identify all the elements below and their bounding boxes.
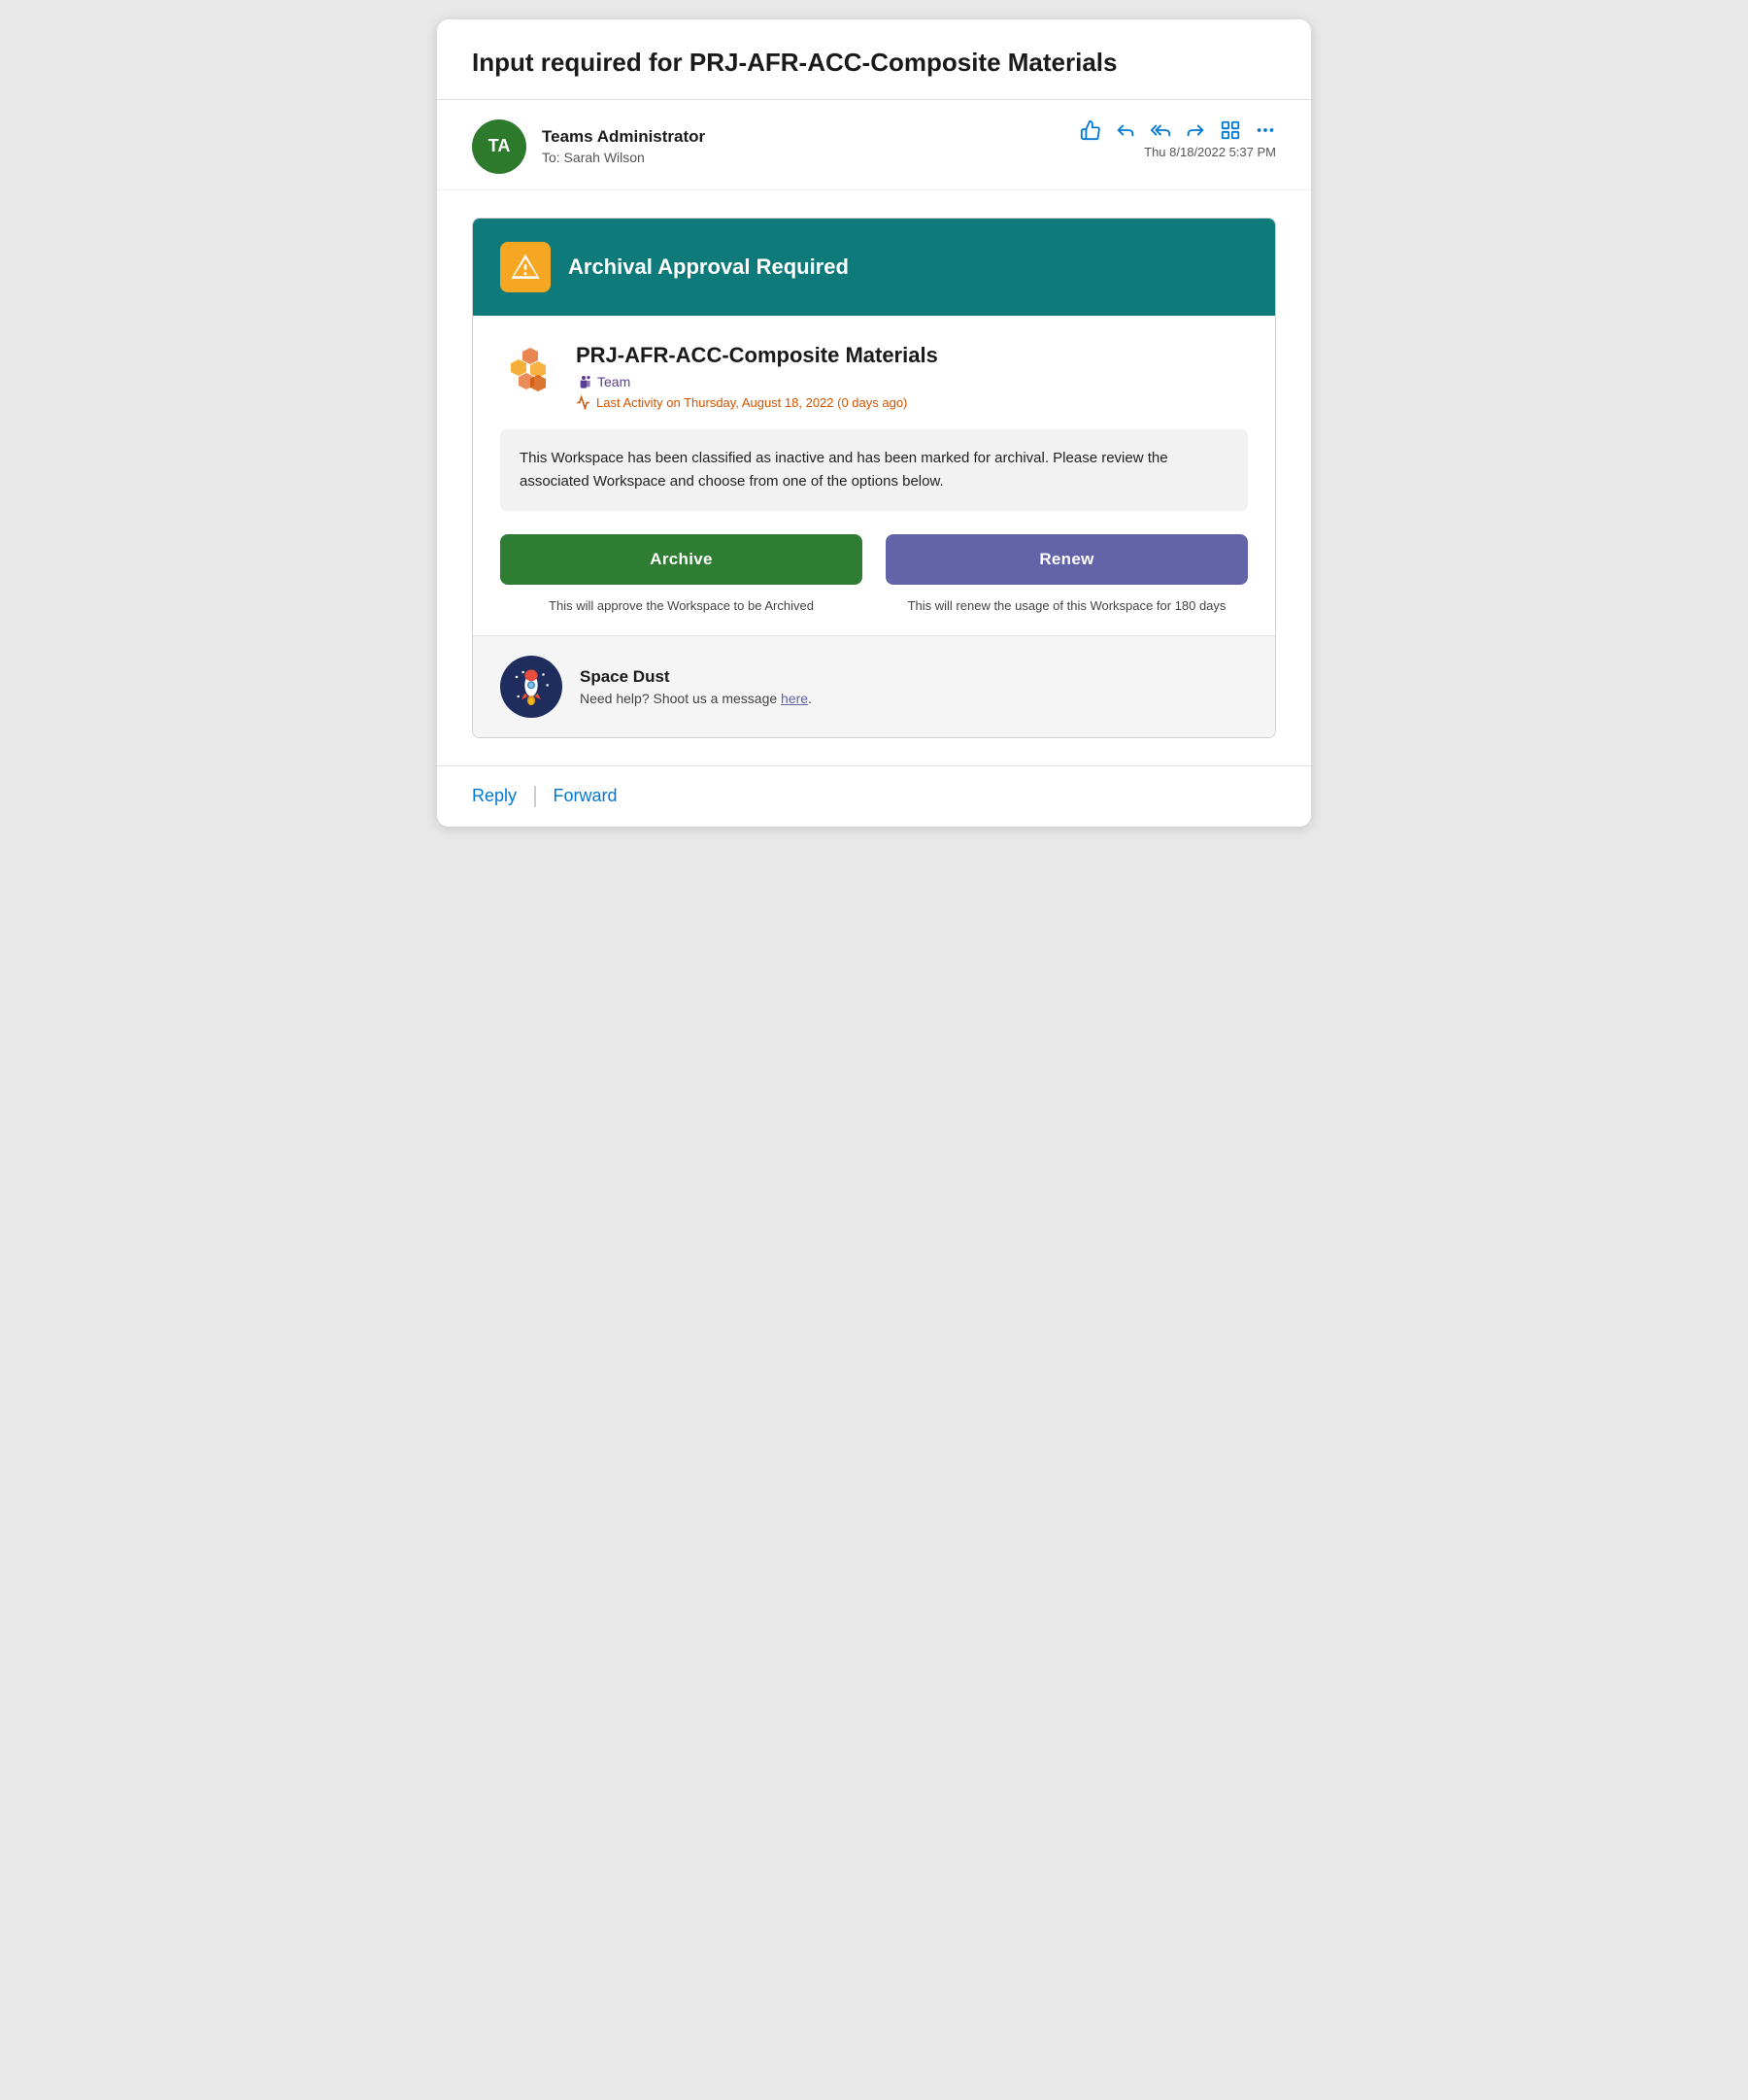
footer-help: Need help? Shoot us a message here. (580, 691, 812, 706)
avatar: TA (472, 119, 526, 174)
approval-card: Archival Approval Required (472, 218, 1276, 738)
footer-brand: Space Dust (580, 667, 812, 687)
renew-button[interactable]: Renew (886, 534, 1248, 585)
space-dust-logo (500, 656, 562, 718)
action-icons (1080, 119, 1276, 141)
rocket-icon (507, 662, 555, 711)
archive-col: Archive This will approve the Workspace … (500, 534, 862, 635)
workspace-name: PRJ-AFR-ACC-Composite Materials (576, 343, 938, 368)
workspace-type: Team (576, 374, 938, 390)
email-timestamp: Thu 8/18/2022 5:37 PM (1144, 145, 1276, 159)
more-icon[interactable] (1255, 119, 1276, 141)
action-buttons: Archive This will approve the Workspace … (500, 534, 1248, 635)
renew-col: Renew This will renew the usage of this … (886, 534, 1248, 635)
workspace-activity: Last Activity on Thursday, August 18, 20… (576, 395, 938, 410)
email-actions-col: Thu 8/18/2022 5:37 PM (1080, 119, 1276, 159)
like-icon[interactable] (1080, 119, 1101, 141)
reply-link[interactable]: Reply (472, 786, 517, 806)
workspace-info: PRJ-AFR-ACC-Composite Materials Team (500, 343, 1248, 410)
sender-name: Teams Administrator (542, 127, 705, 147)
warning-triangle-icon (510, 252, 541, 283)
warning-icon-box (500, 242, 551, 292)
email-container: Input required for PRJ-AFR-ACC-Composite… (437, 19, 1311, 827)
info-box: This Workspace has been classified as in… (500, 429, 1248, 511)
apps-icon[interactable] (1220, 119, 1241, 141)
email-body: Archival Approval Required (437, 190, 1311, 765)
reply-all-icon[interactable] (1150, 119, 1171, 141)
card-body: PRJ-AFR-ACC-Composite Materials Team (473, 316, 1275, 635)
card-footer: Space Dust Need help? Shoot us a message… (473, 635, 1275, 737)
email-meta: TA Teams Administrator To: Sarah Wilson (437, 100, 1311, 190)
email-subject: Input required for PRJ-AFR-ACC-Composite… (472, 47, 1276, 80)
card-header-title: Archival Approval Required (568, 254, 849, 280)
workspace-logo (500, 343, 558, 401)
card-header: Archival Approval Required (473, 219, 1275, 316)
forward-icon[interactable] (1185, 119, 1206, 141)
sender-block: TA Teams Administrator To: Sarah Wilson (472, 119, 705, 174)
workspace-logo-icon (501, 344, 557, 400)
archive-description: This will approve the Workspace to be Ar… (549, 596, 814, 616)
archive-button[interactable]: Archive (500, 534, 862, 585)
renew-description: This will renew the usage of this Worksp… (908, 596, 1227, 616)
email-footer: Reply Forward (437, 765, 1311, 827)
footer-text: Space Dust Need help? Shoot us a message… (580, 667, 812, 706)
footer-help-link[interactable]: here (781, 691, 808, 706)
footer-divider (534, 786, 536, 807)
forward-link[interactable]: Forward (554, 786, 618, 806)
workspace-details: PRJ-AFR-ACC-Composite Materials Team (576, 343, 938, 410)
sender-to: To: Sarah Wilson (542, 150, 705, 165)
activity-icon (576, 395, 590, 410)
reply-icon[interactable] (1115, 119, 1136, 141)
teams-icon (576, 374, 591, 390)
sender-info: Teams Administrator To: Sarah Wilson (542, 127, 705, 165)
email-header: Input required for PRJ-AFR-ACC-Composite… (437, 19, 1311, 100)
